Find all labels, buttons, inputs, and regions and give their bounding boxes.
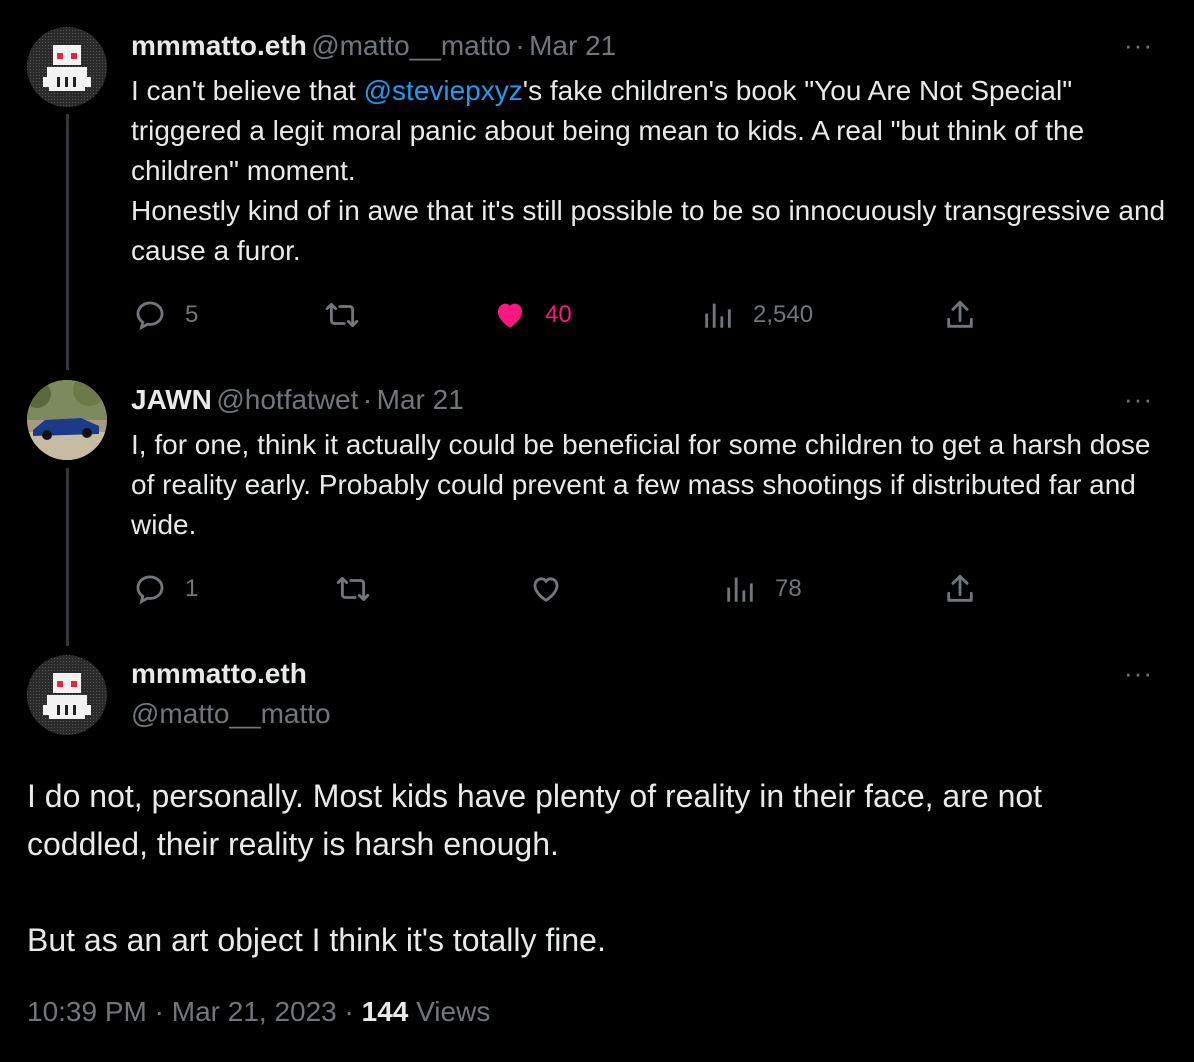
text-before-mention: I can't believe that [131, 75, 364, 106]
like-count: 40 [545, 301, 572, 328]
share-button[interactable] [943, 572, 977, 606]
views-button[interactable]: 78 [723, 572, 802, 606]
avatar[interactable] [27, 380, 107, 460]
avatar[interactable] [27, 655, 107, 735]
tweet-meta: 10:39 PM · Mar 21, 2023 · 144 Views [27, 996, 490, 1028]
share-icon [947, 574, 973, 602]
handle[interactable]: @matto__matto [311, 30, 511, 61]
more-icon[interactable]: ··· [1124, 658, 1153, 689]
tweet-text: I, for one, think it actually could be b… [131, 429, 1151, 540]
post-time[interactable]: 10:39 PM [27, 996, 147, 1027]
views-count: 2,540 [753, 301, 814, 328]
separator: · [515, 30, 525, 61]
views-button[interactable]: 2,540 [701, 298, 813, 332]
main-tweet-text: I do not, personally. Most kids have ple… [27, 778, 1043, 958]
post-date[interactable]: Mar 21, 2023 [172, 996, 337, 1027]
thread-line [66, 114, 69, 370]
reply-button[interactable]: 1 [133, 572, 198, 606]
timestamp[interactable]: Mar 21 [377, 384, 464, 415]
reply-icon [136, 575, 164, 605]
like-outline-icon [533, 577, 559, 602]
like-button[interactable]: 40 [493, 298, 572, 332]
retweet-button[interactable] [325, 298, 359, 332]
separator: · [154, 996, 164, 1027]
views-count: 144 [361, 996, 409, 1027]
separator: · [362, 384, 373, 415]
retweet-button[interactable] [336, 572, 370, 606]
views-count: 78 [775, 575, 802, 602]
robot-avatar-icon [27, 655, 107, 735]
reply-icon [136, 301, 164, 331]
avatar[interactable] [27, 27, 107, 107]
retweet-icon [336, 576, 370, 602]
share-button[interactable] [943, 298, 977, 332]
more-icon[interactable]: ··· [1124, 384, 1153, 415]
timestamp[interactable]: Mar 21 [529, 30, 616, 61]
more-icon[interactable]: ··· [1124, 30, 1153, 61]
views-label: Views [416, 996, 491, 1027]
reply-button[interactable]: 5 [133, 298, 198, 332]
retweet-icon [325, 302, 359, 328]
display-name[interactable]: mmmatto.eth [131, 658, 307, 690]
reply-count: 5 [185, 301, 199, 328]
robot-avatar-icon [27, 27, 107, 107]
like-button[interactable] [529, 572, 563, 606]
share-icon [947, 300, 973, 328]
views-icon [705, 303, 731, 328]
mention-link[interactable]: @steviepxyz [364, 75, 523, 106]
like-icon [497, 303, 523, 328]
views-icon [727, 577, 753, 602]
reply-count: 1 [185, 575, 199, 602]
tweet-text: I can't believe that @steviepxyz's fake … [131, 71, 1171, 271]
tweet-header: mmmatto.eth @matto__matto · Mar 21 [131, 30, 616, 62]
car-photo-avatar-icon [27, 380, 107, 460]
handle[interactable]: @matto__matto [131, 698, 331, 730]
thread-line [66, 468, 69, 646]
tweet-header: JAWN @hotfatwet · Mar 21 [131, 384, 464, 416]
separator: · [344, 996, 354, 1027]
display-name[interactable]: JAWN [131, 384, 212, 415]
display-name[interactable]: mmmatto.eth [131, 30, 307, 61]
handle[interactable]: @hotfatwet [216, 384, 358, 415]
